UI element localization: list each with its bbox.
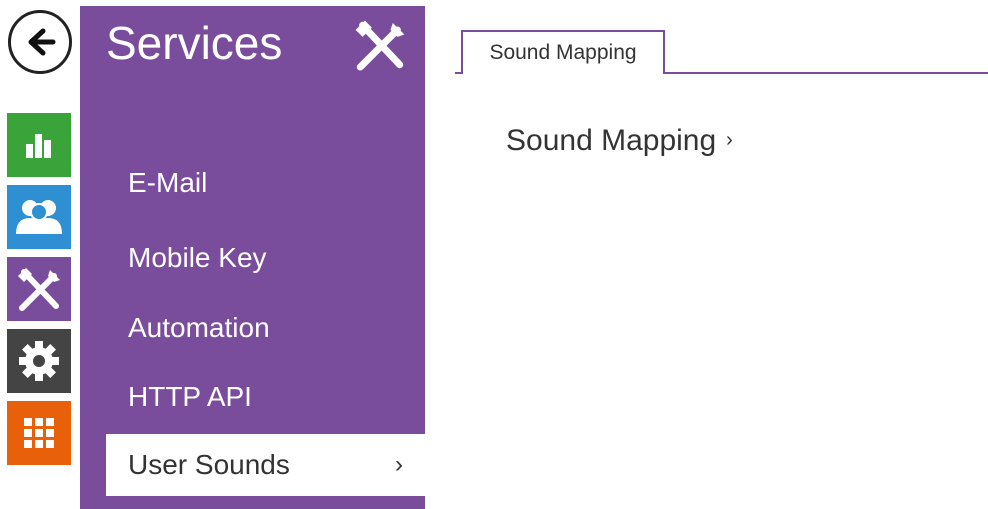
page-title: Services [106,17,283,69]
menu-item-label: User Sounds [128,449,290,480]
section-link-label: Sound Mapping [506,124,717,157]
nav-system[interactable] [7,329,71,393]
services-panel: Services E-Mail Mobile Key Automation HT… [80,6,425,509]
tab-label: Sound Mapping [489,41,637,64]
nav-status[interactable] [7,113,71,177]
nav-apps[interactable] [7,401,71,465]
chevron-right-icon: › [726,129,733,151]
back-button[interactable] [8,10,72,74]
menu-item-user-sounds[interactable]: User Sounds › [106,434,425,496]
sound-mapping-link[interactable]: Sound Mapping › [506,124,733,158]
nav-directory[interactable] [7,185,71,249]
menu-item-automation[interactable]: Automation [106,297,425,359]
menu-item-mobile-key[interactable]: Mobile Key [106,227,425,289]
menu-item-http-api[interactable]: HTTP API [106,366,425,428]
gear-icon [19,341,59,381]
menu-item-label: Automation [128,312,270,343]
nav-services[interactable] [7,257,71,321]
bar-chart-icon [26,134,51,158]
menu-item-email[interactable]: E-Mail [106,152,425,214]
chevron-right-icon: › [395,451,403,478]
menu-item-label: E-Mail [128,167,208,198]
menu-item-label: Mobile Key [128,242,267,273]
tools-icon [355,20,405,71]
users-icon [16,200,62,234]
arrow-left-icon [28,28,56,56]
menu-item-label: HTTP API [128,381,252,412]
tools-icon [18,268,60,311]
grid-icon [24,418,54,448]
tab-sound-mapping[interactable]: Sound Mapping [461,30,665,74]
